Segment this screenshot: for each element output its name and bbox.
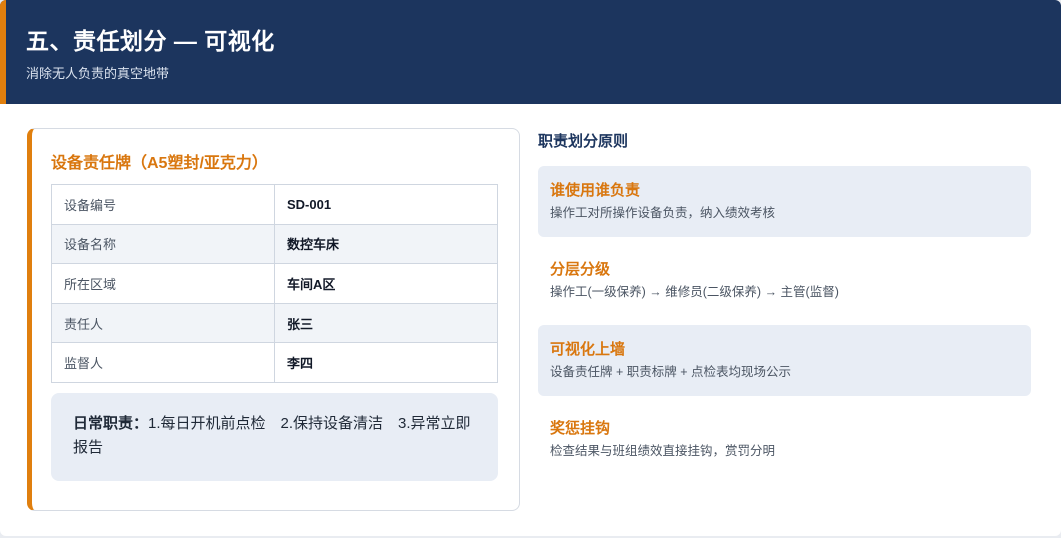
table-row: 设备名称 数控车床 <box>51 223 498 265</box>
equipment-responsibility-card: 设备责任牌（A5塑封/亚克力） 设备编号 SD-001 设备名称 数控车床 所在… <box>27 128 520 511</box>
daily-duties-box: 日常职责：1.每日开机前点检 2.保持设备清洁 3.异常立即报告 <box>51 393 498 481</box>
principle-title: 奖惩挂钩 <box>550 420 611 437</box>
table-row: 监督人 李四 <box>51 342 498 383</box>
principle-item: 分层分级 操作工(一级保养) → 维修员(二级保养) → 主管(监督) <box>538 245 1031 316</box>
equipment-info-table: 设备编号 SD-001 设备名称 数控车床 所在区域 车间A区 责任人 张三 监… <box>51 184 498 383</box>
slide: 五、责任划分 — 可视化 消除无人负责的真空地带 设备责任牌（A5塑封/亚克力）… <box>0 0 1061 536</box>
row-key: 所在区域 <box>51 263 275 304</box>
principle-item: 可视化上墙 设备责任牌 + 职责标牌 + 点检表均现场公示 <box>538 325 1031 396</box>
principle-desc: 检查结果与班组绩效直接挂钩，赏罚分明 <box>550 444 776 458</box>
table-row: 设备编号 SD-001 <box>51 184 498 225</box>
row-value: 数控车床 <box>274 223 498 265</box>
table-row: 责任人 张三 <box>51 302 498 344</box>
principle-desc: 操作工对所操作设备负责，纳入绩效考核 <box>550 206 776 220</box>
row-key: 设备名称 <box>51 223 275 265</box>
table-row: 所在区域 车间A区 <box>51 263 498 304</box>
row-value: 车间A区 <box>274 263 498 304</box>
principle-desc: 设备责任牌 + 职责标牌 + 点检表均现场公示 <box>550 365 791 379</box>
page-subtitle: 消除无人负责的真空地带 <box>26 66 170 81</box>
row-value: 李四 <box>274 342 498 383</box>
principle-item: 奖惩挂钩 检查结果与班组绩效直接挂钩，赏罚分明 <box>538 404 1031 475</box>
principle-title: 谁使用谁负责 <box>550 182 641 199</box>
row-key: 责任人 <box>51 302 275 344</box>
principle-item: 谁使用谁负责 操作工对所操作设备负责，纳入绩效考核 <box>538 166 1031 237</box>
row-key: 监督人 <box>51 342 275 383</box>
header-banner: 五、责任划分 — 可视化 消除无人负责的真空地带 <box>0 0 1061 104</box>
page-title: 五、责任划分 — 可视化 <box>26 28 275 54</box>
card-title: 设备责任牌（A5塑封/亚克力） <box>51 155 268 172</box>
row-value: SD-001 <box>274 184 498 225</box>
row-value: 张三 <box>274 302 498 344</box>
row-key: 设备编号 <box>51 184 275 225</box>
principle-title: 分层分级 <box>550 261 611 278</box>
principles-heading: 职责划分原则 <box>538 133 629 150</box>
duties-label: 日常职责： <box>73 415 149 432</box>
principle-title: 可视化上墙 <box>550 341 626 358</box>
principle-desc: 操作工(一级保养) → 维修员(二级保养) → 主管(监督) <box>550 285 839 299</box>
